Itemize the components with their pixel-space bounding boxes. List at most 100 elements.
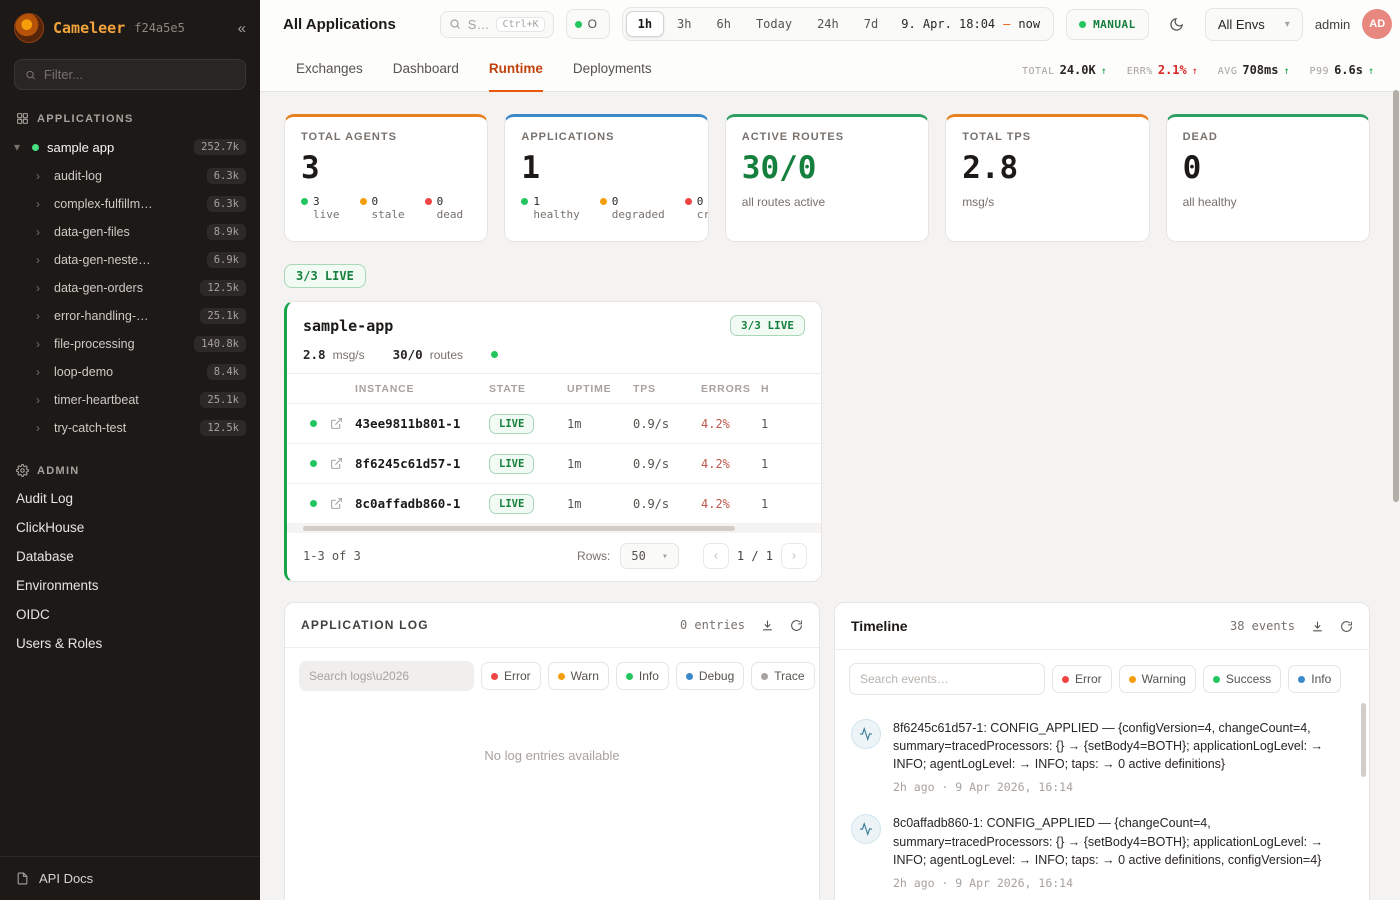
timeline-filter-success[interactable]: Success (1203, 665, 1281, 693)
timeline-panel: Timeline 38 events (834, 602, 1370, 900)
sidebar-item-environments[interactable]: Environments (0, 571, 260, 600)
log-filter-trace[interactable]: Trace (751, 662, 814, 690)
count-badge: 8.4k (207, 364, 246, 380)
time-range-3h[interactable]: 3h (665, 11, 703, 37)
health-value: 1 (761, 457, 821, 471)
time-range-6h[interactable]: 6h (705, 11, 743, 37)
timeline-scrollbar-thumb[interactable] (1361, 703, 1366, 777)
tab-dashboard[interactable]: Dashboard (393, 48, 459, 92)
tab-exchanges[interactable]: Exchanges (296, 48, 363, 92)
metric-cards: TOTAL AGENTS 3 3 live 0 stale 0 dead (284, 114, 1370, 242)
sidebar-item-data-gen-files[interactable]: › data-gen-files 8.9k (0, 218, 260, 246)
scrollbar-thumb[interactable] (303, 526, 735, 531)
sidebar-item-clickhouse[interactable]: ClickHouse (0, 513, 260, 542)
log-filter-error[interactable]: Error (481, 662, 541, 690)
table-row[interactable]: 8f6245c61d57-1 LIVE 1m 0.9/s 4.2% 1 (287, 444, 821, 484)
refresh-icon[interactable] (1340, 620, 1353, 633)
rows-per-page-select[interactable]: 50 ▾ (620, 543, 678, 569)
tab-runtime[interactable]: Runtime (489, 48, 543, 92)
sidebar-item-try-catch-test[interactable]: › try-catch-test 12.5k (0, 414, 260, 442)
sidebar-item-data-gen-orders[interactable]: › data-gen-orders 12.5k (0, 274, 260, 302)
sidebar-filter-input[interactable] (44, 67, 235, 82)
metric-value: 2.8 (962, 150, 1132, 186)
refresh-mode-button[interactable]: MANUAL (1066, 9, 1149, 40)
app-tps-unit: msg/s (333, 348, 365, 362)
sidebar-item-database[interactable]: Database (0, 542, 260, 571)
time-range-7d[interactable]: 7d (852, 11, 890, 37)
next-page-button[interactable]: › (781, 543, 807, 569)
sidebar-collapse-icon[interactable]: « (238, 20, 246, 37)
sidebar-item-audit-log-admin[interactable]: Audit Log (0, 484, 260, 513)
stat-value: 2.1% (1158, 63, 1187, 77)
sidebar-item-complex-fulfillment[interactable]: › complex-fulfillm… 6.3k (0, 190, 260, 218)
sidebar-item-error-handling[interactable]: › error-handling-… 25.1k (0, 302, 260, 330)
refresh-icon[interactable] (790, 619, 803, 632)
build-hash: f24a5e5 (134, 21, 185, 35)
timeline-search-input[interactable] (849, 663, 1045, 695)
timeline-event[interactable]: 8c0affadb860-1: CONFIG_APPLIED — {change… (835, 803, 1369, 898)
scrollbar-thumb[interactable] (1393, 90, 1399, 502)
metric-value: 1 (521, 150, 691, 186)
timeline-filter-warning[interactable]: Warning (1119, 665, 1196, 693)
external-link-icon[interactable] (317, 417, 355, 430)
sidebar-item-users-roles[interactable]: Users & Roles (0, 629, 260, 658)
sidebar-item-file-processing[interactable]: › file-processing 140.8k (0, 330, 260, 358)
environment-selector[interactable]: All Envs ▾ (1205, 8, 1303, 41)
status-dot (1213, 676, 1220, 683)
sidebar-item-audit-log[interactable]: › audit-log 6.3k (0, 162, 260, 190)
range-separator: — (1003, 17, 1010, 31)
sidebar-item-timer-heartbeat[interactable]: › timer-heartbeat 25.1k (0, 386, 260, 414)
api-docs-link[interactable]: API Docs (0, 856, 260, 900)
applications-section-label: APPLICATIONS (37, 113, 134, 125)
download-icon[interactable] (761, 619, 774, 632)
count-badge: 140.8k (194, 336, 246, 352)
download-icon[interactable] (1311, 620, 1324, 633)
timeline-event[interactable]: 8f6245c61d57-1: CONFIG_APPLIED — {config… (835, 708, 1369, 803)
tps-value: 0.9/s (633, 497, 701, 511)
log-search-input[interactable] (299, 661, 474, 691)
app-card-sample-app: sample-app 3/3 LIVE 2.8 msg/s 30/0 route… (284, 301, 822, 582)
sidebar-nav: APPLICATIONS ▾ sample app 252.7k › audit… (0, 102, 260, 856)
metric-title: TOTAL AGENTS (301, 131, 471, 143)
time-range-1h[interactable]: 1h (626, 11, 664, 37)
page-title: All Applications (283, 16, 396, 33)
timeline-filter-error[interactable]: Error (1052, 665, 1112, 693)
page-scrollbar[interactable] (1393, 90, 1399, 898)
sidebar-item-data-gen-nested[interactable]: › data-gen-neste… 6.9k (0, 246, 260, 274)
time-range-24h[interactable]: 24h (805, 11, 851, 37)
table-row[interactable]: 8c0affadb860-1 LIVE 1m 0.9/s 4.2% 1 (287, 484, 821, 524)
avatar[interactable]: AD (1362, 9, 1392, 39)
global-search[interactable]: S… Ctrl+K (440, 11, 554, 38)
external-link-icon[interactable] (317, 497, 355, 510)
sidebar-item-loop-demo[interactable]: › loop-demo 8.4k (0, 358, 260, 386)
dark-mode-toggle[interactable] (1161, 8, 1193, 40)
status-dot (1298, 676, 1305, 683)
log-filter-debug[interactable]: Debug (676, 662, 744, 690)
tree-item-label: audit-log (54, 169, 102, 183)
trend-up-icon: ↑ (1101, 66, 1107, 77)
tree-item-label: data-gen-orders (54, 281, 143, 295)
status-dot (686, 673, 693, 680)
tab-deployments[interactable]: Deployments (573, 48, 652, 92)
horizontal-scrollbar[interactable] (287, 524, 821, 533)
prev-page-button[interactable]: ‹ (703, 543, 729, 569)
chevron-right-icon: › (36, 309, 46, 323)
sidebar-filter[interactable] (14, 59, 246, 90)
external-link-icon[interactable] (317, 457, 355, 470)
application-log-panel: APPLICATION LOG 0 entries (284, 602, 820, 900)
events-count: 38 events (1230, 619, 1295, 633)
table-row[interactable]: 43ee9811b801-1 LIVE 1m 0.9/s 4.2% 1 (287, 404, 821, 444)
metric-caption: all healthy (1183, 195, 1353, 209)
time-range-display[interactable]: 9. Apr. 18:04 — now (891, 17, 1050, 31)
status-dot (310, 500, 317, 507)
tree-item-label: timer-heartbeat (54, 393, 139, 407)
time-range-today[interactable]: Today (744, 11, 804, 37)
timeline-filter-info[interactable]: Info (1288, 665, 1341, 693)
online-status-chip[interactable]: O (566, 9, 610, 39)
log-filter-warn[interactable]: Warn (548, 662, 609, 690)
sidebar-item-sample-app[interactable]: ▾ sample app 252.7k (0, 132, 260, 162)
log-filter-info[interactable]: Info (616, 662, 669, 690)
status-dot (558, 673, 565, 680)
sidebar: Cameleer f24a5e5 « APPLICATIONS ▾ sample… (0, 0, 260, 900)
sidebar-item-oidc[interactable]: OIDC (0, 600, 260, 629)
